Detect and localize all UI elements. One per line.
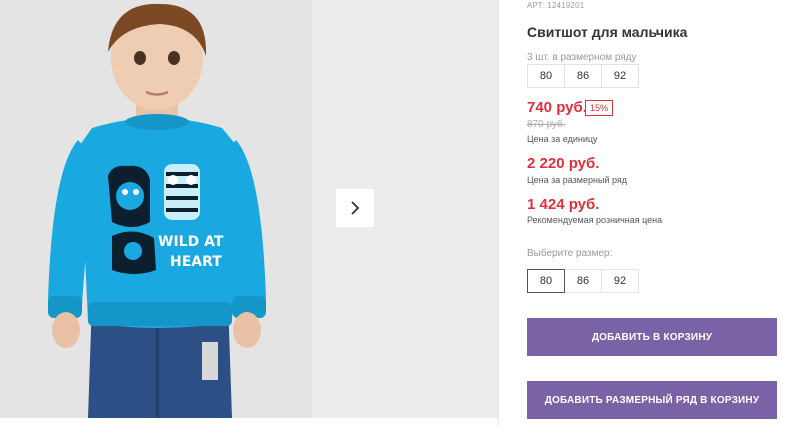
boy-sweatshirt-image: WILD AT HEART bbox=[0, 0, 312, 418]
product-title: Свитшот для мальчика bbox=[527, 24, 688, 40]
shirt-text-line2: HEART bbox=[170, 254, 222, 270]
size-picker-caption: Выберите размер: bbox=[527, 248, 613, 259]
pack-price-label: Цена за размерный ряд bbox=[527, 175, 628, 185]
shirt-text-line1: WILD AT bbox=[158, 234, 224, 250]
pack-caption: 3 шт. в размерном ряду bbox=[527, 52, 637, 63]
product-gallery: WILD AT HEART bbox=[0, 0, 498, 418]
size-picker: 80 86 92 bbox=[527, 269, 639, 293]
pack-price: 2 220 руб. bbox=[527, 155, 600, 172]
retail-price: 1 424 руб. bbox=[527, 196, 600, 213]
pack-size-86: 86 bbox=[564, 64, 602, 88]
old-price: 870 руб. bbox=[527, 119, 566, 130]
gallery-next-button[interactable] bbox=[336, 189, 374, 227]
size-option-86[interactable]: 86 bbox=[564, 269, 602, 293]
add-pack-to-cart-button[interactable]: ДОБАВИТЬ РАЗМЕРНЫЙ РЯД В КОРЗИНУ bbox=[527, 381, 777, 419]
divider bbox=[498, 0, 499, 426]
article-label: АРТ: bbox=[527, 1, 546, 10]
discount-badge: 15% bbox=[585, 100, 614, 116]
unit-price-label: Цена за единицу bbox=[527, 134, 598, 144]
product-photo[interactable]: WILD AT HEART bbox=[0, 0, 312, 418]
unit-price: 740 руб. bbox=[527, 99, 587, 116]
article-number: АРТ: 12419201 bbox=[527, 1, 584, 10]
article-value: 12419201 bbox=[547, 1, 585, 10]
size-option-80[interactable]: 80 bbox=[527, 269, 565, 293]
pack-size-92: 92 bbox=[601, 64, 639, 88]
retail-price-label: Рекомендуемая розничная цена bbox=[527, 215, 663, 225]
pack-size-list: 80 86 92 bbox=[527, 64, 639, 88]
size-option-92[interactable]: 92 bbox=[601, 269, 639, 293]
add-to-cart-button[interactable]: ДОБАВИТЬ В КОРЗИНУ bbox=[527, 318, 777, 356]
pack-size-80: 80 bbox=[527, 64, 565, 88]
chevron-right-icon bbox=[351, 201, 360, 215]
